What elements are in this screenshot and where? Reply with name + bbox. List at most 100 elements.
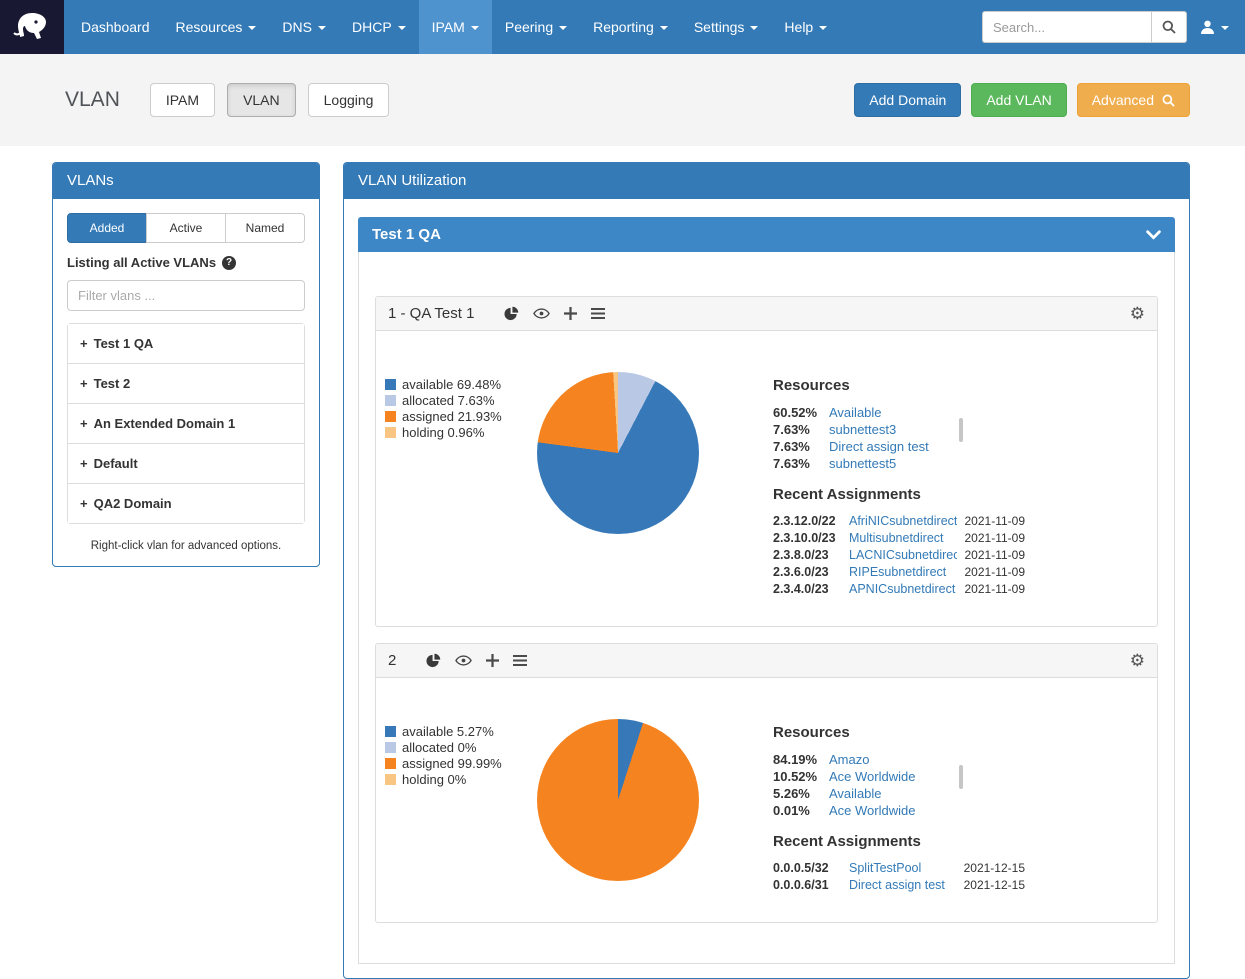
assignment-cidr: 2.3.8.0/23 (773, 547, 849, 564)
assignment-date: 2021-11-09 (957, 547, 1025, 564)
expand-icon[interactable]: + (80, 496, 88, 511)
utilization-pie-chart (537, 719, 699, 881)
menu-icon[interactable] (513, 655, 527, 666)
help-icon[interactable]: ? (222, 256, 236, 270)
sidebar-footer-note: Right-click vlan for advanced options. (67, 540, 305, 552)
vlan-list-item[interactable]: + Default (68, 443, 304, 483)
resources-scrollbar[interactable] (959, 765, 963, 789)
assignment-resource-link[interactable]: APNICsubnetdirect (849, 581, 957, 598)
pie-legend: available 69.48% allocated 7.63% assigne… (381, 351, 531, 598)
legend-label: allocated 7.63% (402, 393, 495, 409)
assignment-date: 2021-11-09 (957, 581, 1025, 598)
assignment-resource-link[interactable]: Multisubnetdirect (849, 530, 957, 547)
chevron-down-icon[interactable] (1146, 230, 1161, 240)
tab-added[interactable]: Added (67, 213, 147, 243)
legend-swatch (385, 379, 396, 390)
assignment-cidr: 0.0.0.5/32 (773, 860, 849, 877)
plus-icon[interactable] (486, 654, 499, 667)
nav-item-dashboard[interactable]: Dashboard (68, 0, 163, 54)
gear-icon[interactable]: ⚙ (1130, 305, 1145, 322)
resource-percent: 7.63% (773, 421, 829, 438)
assignment-resource-link[interactable]: LACNICsubnetdirect (849, 547, 957, 564)
view-button-ipam[interactable]: IPAM (150, 83, 215, 117)
advanced-button[interactable]: Advanced (1077, 83, 1190, 117)
utilization-panel-title: VLAN Utilization (344, 163, 1189, 199)
nav-item-dhcp[interactable]: DHCP (339, 0, 419, 54)
resource-link[interactable]: Direct assign test (829, 438, 929, 455)
vlan-item-label: QA2 Domain (94, 496, 172, 511)
expand-icon[interactable]: + (80, 336, 88, 351)
nav-item-peering[interactable]: Peering (492, 0, 580, 54)
vlan-list-item[interactable]: + QA2 Domain (68, 483, 304, 523)
vlan-item-label: Default (94, 456, 138, 471)
plus-icon[interactable] (564, 307, 577, 320)
view-button-logging[interactable]: Logging (308, 83, 390, 117)
advanced-label: Advanced (1092, 92, 1154, 108)
user-menu[interactable] (1199, 19, 1229, 35)
assignment-cidr: 2.3.10.0/23 (773, 530, 849, 547)
add-vlan-button[interactable]: Add VLAN (971, 83, 1066, 117)
nav-item-settings[interactable]: Settings (681, 0, 772, 54)
gear-icon[interactable]: ⚙ (1130, 652, 1145, 669)
vlan-filter-input[interactable] (67, 280, 305, 311)
legend-swatch (385, 774, 396, 785)
legend-swatch (385, 411, 396, 422)
assignment-date: 2021-12-15 (957, 860, 1025, 877)
vlan-list-item[interactable]: +Test 2 (68, 363, 304, 403)
caret-down-icon (471, 26, 479, 30)
nav-item-help[interactable]: Help (771, 0, 840, 54)
tab-active[interactable]: Active (146, 213, 226, 243)
assignment-resource-link[interactable]: Direct assign test (849, 877, 957, 894)
nav-item-dns[interactable]: DNS (269, 0, 339, 54)
eye-icon[interactable] (533, 308, 550, 319)
vlan-list: +Test 1 QA +Test 2 +An Extended Domain 1… (67, 323, 305, 524)
add-domain-button[interactable]: Add Domain (854, 83, 961, 117)
resource-link[interactable]: Ace Worldwide (829, 768, 915, 785)
vlan-list-item[interactable]: +Test 1 QA (68, 324, 304, 363)
nav-item-ipam[interactable]: IPAM (419, 0, 492, 54)
resource-link[interactable]: Ace Worldwide (829, 802, 915, 819)
mammoth-logo-icon (12, 10, 52, 44)
search-input[interactable] (982, 11, 1151, 43)
listing-label-text: Listing all Active VLANs (67, 255, 216, 270)
vlan-card-body: available 69.48% allocated 7.63% assigne… (376, 331, 1157, 626)
vlan-card: 1 - QA Test 1 (375, 296, 1158, 627)
assignment-resource-link[interactable]: AfriNICsubnetdirect (849, 513, 957, 530)
nav-item-resources[interactable]: Resources (163, 0, 270, 54)
resource-link[interactable]: subnettest5 (829, 455, 896, 472)
resource-link[interactable]: Available (829, 404, 882, 421)
pie-chart-icon[interactable] (426, 653, 441, 668)
pie-chart-icon[interactable] (504, 306, 519, 321)
resource-percent: 5.26% (773, 785, 829, 802)
eye-icon[interactable] (455, 655, 472, 666)
caret-down-icon (1221, 26, 1229, 30)
legend-label: allocated 0% (402, 740, 476, 756)
app-logo[interactable] (0, 0, 64, 54)
domain-section-header[interactable]: Test 1 QA (358, 217, 1175, 252)
vlan-list-item[interactable]: +An Extended Domain 1 (68, 403, 304, 443)
expand-icon[interactable]: + (80, 416, 88, 431)
tab-named[interactable]: Named (225, 213, 305, 243)
resource-percent: 60.52% (773, 404, 829, 421)
nav-item-reporting[interactable]: Reporting (580, 0, 681, 54)
assignment-resource-link[interactable]: SplitTestPool (849, 860, 957, 877)
assignment-cidr: 2.3.12.0/22 (773, 513, 849, 530)
legend-label: available 5.27% (402, 724, 494, 740)
resource-percent: 7.63% (773, 438, 829, 455)
assignment-row: 2.3.12.0/22AfriNICsubnetdirect2021-11-09 (773, 513, 1025, 530)
resources-scrollbar[interactable] (959, 418, 963, 442)
menu-icon[interactable] (591, 308, 605, 319)
expand-icon[interactable]: + (80, 456, 88, 471)
resource-link[interactable]: Available (829, 785, 882, 802)
legend-swatch (385, 726, 396, 737)
user-icon (1199, 19, 1216, 35)
resource-row: 5.26%Available (773, 785, 1025, 802)
search-button[interactable] (1151, 11, 1187, 43)
assignment-resource-link[interactable]: RIPEsubnetdirect (849, 564, 957, 581)
resource-link[interactable]: Amazo (829, 751, 869, 768)
view-button-vlan[interactable]: VLAN (227, 83, 296, 117)
assignment-row: 2.3.10.0/23Multisubnetdirect2021-11-09 (773, 530, 1025, 547)
expand-icon[interactable]: + (80, 376, 88, 391)
resource-link[interactable]: subnettest3 (829, 421, 896, 438)
nav-label: Peering (505, 19, 553, 35)
